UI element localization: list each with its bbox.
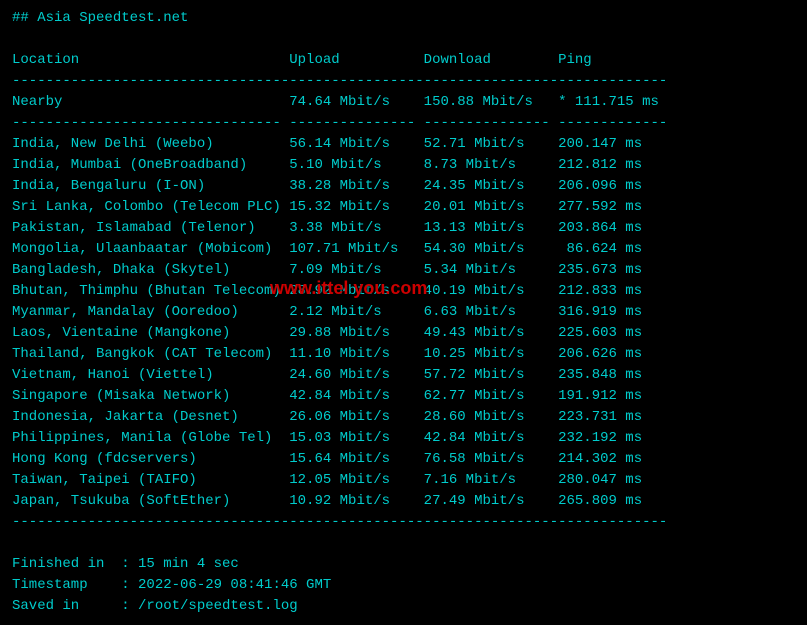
header-row: Location Upload Download Ping xyxy=(12,52,592,68)
footer-saved: Saved in : /root/speedtest.log xyxy=(12,598,298,614)
header-ping: Ping xyxy=(558,52,592,68)
footer-finished: Finished in : 15 min 4 sec xyxy=(12,556,239,572)
data-rows: India, New Delhi (Weebo) 56.14 Mbit/s 52… xyxy=(12,136,642,509)
divider-bottom: ----------------------------------------… xyxy=(12,514,667,530)
header-location: Location xyxy=(12,52,289,68)
footer-timestamp: Timestamp : 2022-06-29 08:41:46 GMT xyxy=(12,577,331,593)
header-upload: Upload xyxy=(289,52,423,68)
title: ## Asia Speedtest.net xyxy=(12,10,188,26)
divider-top: ----------------------------------------… xyxy=(12,73,667,89)
divider-mid: -------------------------------- -------… xyxy=(12,115,667,131)
header-download: Download xyxy=(424,52,558,68)
nearby-row: Nearby 74.64 Mbit/s 150.88 Mbit/s * 111.… xyxy=(12,94,659,110)
terminal-output: ## Asia Speedtest.net Location Upload Do… xyxy=(0,0,807,625)
